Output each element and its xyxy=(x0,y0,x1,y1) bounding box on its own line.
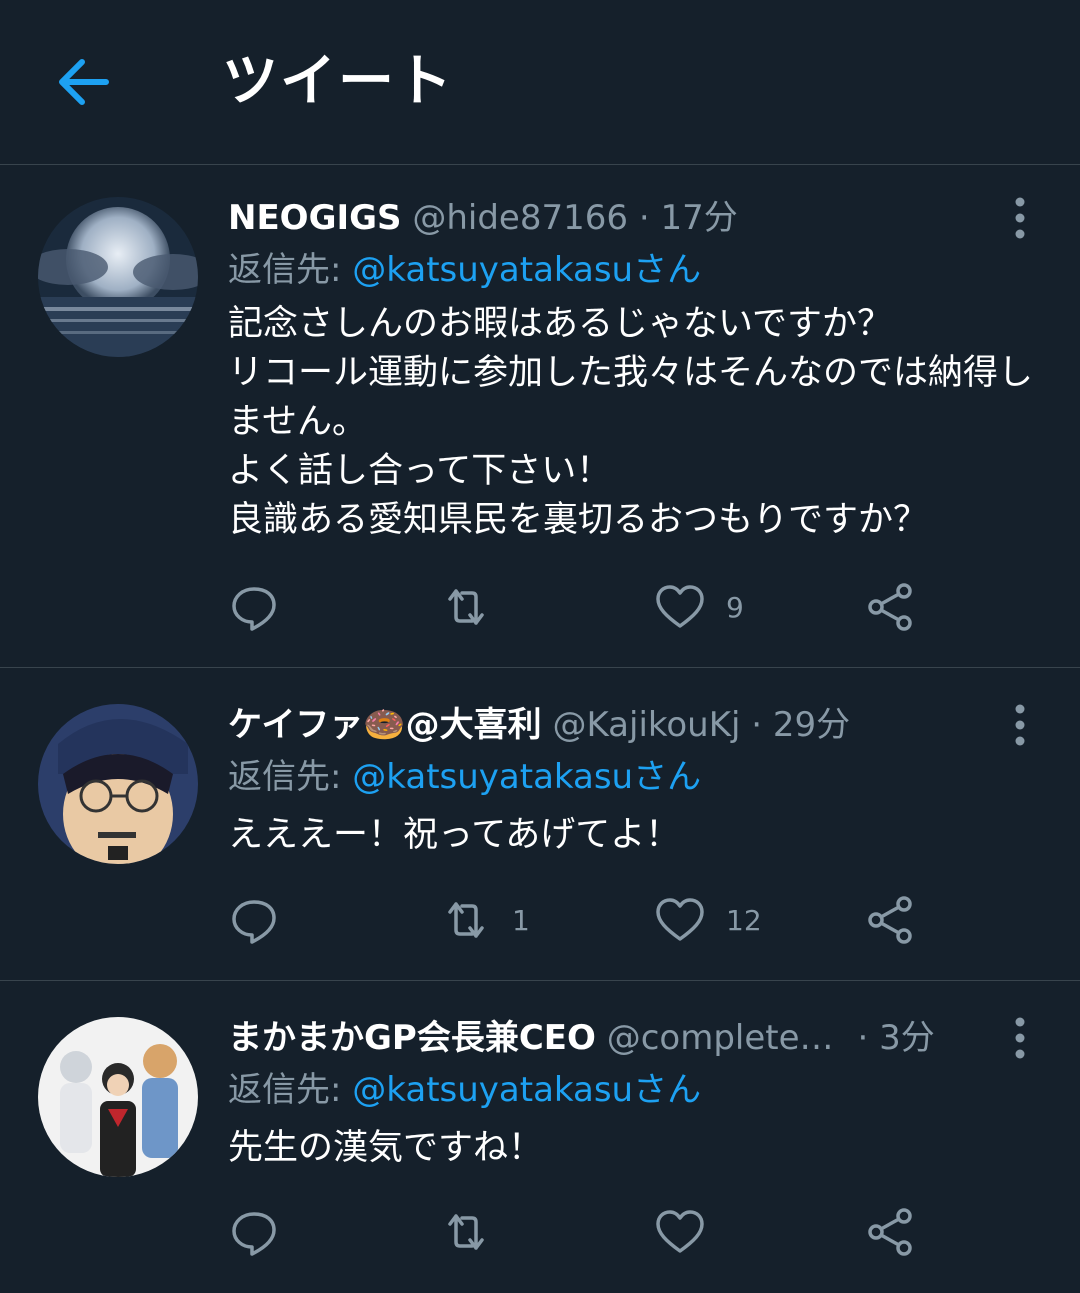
author-name[interactable]: まかまかGP会長兼CEO xyxy=(228,1018,596,1058)
like-count: 9 xyxy=(726,590,744,624)
like-button[interactable] xyxy=(654,1202,726,1262)
author-handle[interactable]: @KajikouKj xyxy=(552,705,740,745)
reply-mention-link[interactable]: @katsuyatakasuさん xyxy=(352,250,701,290)
reply-prefix: 返信先: xyxy=(228,757,353,797)
share-button[interactable] xyxy=(864,890,916,950)
tweet-author-line: まかまかGP会長兼CEO @complete7... · 3分 xyxy=(228,1013,988,1063)
retweet-button[interactable] xyxy=(440,1202,512,1262)
more-button[interactable] xyxy=(1005,700,1035,750)
page-title: ツイート xyxy=(222,49,454,114)
retweet-icon xyxy=(448,1214,484,1250)
more-vertical-icon xyxy=(1015,1017,1025,1059)
tweet-author-line: ケイファ🍩@大喜利 @KajikouKj · 29分 xyxy=(228,700,988,750)
reply-icon xyxy=(232,1212,276,1256)
avatar[interactable] xyxy=(38,1017,198,1177)
heart-icon xyxy=(656,898,704,941)
avatar[interactable] xyxy=(38,197,198,357)
author-handle[interactable]: @hide87166 xyxy=(412,198,628,238)
tweet-author-line: NEOGIGS @hide87166 · 17分 xyxy=(228,193,988,243)
arrow-left-icon xyxy=(59,59,109,105)
tweet-text: 先生の漢気ですね！ xyxy=(228,1128,544,1168)
app-header: ツイート xyxy=(0,0,1080,165)
tweet-actions: 1 12 xyxy=(228,890,988,950)
avatar[interactable] xyxy=(38,704,198,864)
reply-context: 返信先: @katsuyatakasuさん xyxy=(228,1065,701,1115)
reply-mention-link[interactable]: @katsuyatakasuさん xyxy=(352,757,701,797)
reply-context: 返信先: @katsuyatakasuさん xyxy=(228,245,701,295)
separator: · xyxy=(857,1018,869,1058)
author-handle[interactable]: @complete7... xyxy=(607,1013,847,1063)
tweet-actions: 9 xyxy=(228,577,988,637)
tweet-time[interactable]: 3分 xyxy=(879,1018,935,1058)
reply-button[interactable] xyxy=(228,1202,280,1262)
back-button[interactable] xyxy=(52,50,116,114)
like-button[interactable]: 12 xyxy=(654,890,762,950)
more-vertical-icon xyxy=(1015,197,1025,239)
heart-icon xyxy=(656,585,704,628)
reply-mention-link[interactable]: @katsuyatakasuさん xyxy=(352,1070,701,1110)
tweet-time[interactable]: 29分 xyxy=(773,705,850,745)
tweet-actions xyxy=(228,1202,988,1262)
avatar-moon-image xyxy=(38,197,198,357)
tweet[interactable]: ケイファ🍩@大喜利 @KajikouKj · 29分 返信先: @katsuya… xyxy=(0,668,1080,981)
more-vertical-icon xyxy=(1015,704,1025,746)
tweet-time[interactable]: 17分 xyxy=(660,198,737,238)
tweet[interactable]: NEOGIGS @hide87166 · 17分 返信先: @katsuyata… xyxy=(0,165,1080,668)
reply-prefix: 返信先: xyxy=(228,250,353,290)
share-icon xyxy=(868,583,912,631)
reply-prefix: 返信先: xyxy=(228,1070,353,1110)
reply-button[interactable] xyxy=(228,890,280,950)
share-icon xyxy=(868,1208,912,1256)
author-name[interactable]: NEOGIGS xyxy=(228,198,402,238)
separator: · xyxy=(638,198,650,238)
retweet-icon xyxy=(448,589,484,625)
more-button[interactable] xyxy=(1005,193,1035,243)
reply-button[interactable] xyxy=(228,577,280,637)
retweet-button[interactable]: 1 xyxy=(440,890,530,950)
separator: · xyxy=(751,705,763,745)
reply-icon xyxy=(232,587,276,631)
reply-icon xyxy=(232,900,276,944)
like-count: 12 xyxy=(726,903,762,937)
tweet-text: えええー！祝ってあげてよ！ xyxy=(228,815,681,855)
author-name[interactable]: ケイファ🍩@大喜利 xyxy=(228,705,542,745)
more-button[interactable] xyxy=(1005,1013,1035,1063)
reply-context: 返信先: @katsuyatakasuさん xyxy=(228,752,701,802)
like-button[interactable]: 9 xyxy=(654,577,744,637)
avatar-cartoon-image xyxy=(38,704,198,864)
heart-icon xyxy=(656,1210,704,1253)
share-button[interactable] xyxy=(864,1202,916,1262)
retweet-button[interactable] xyxy=(440,577,512,637)
tweet[interactable]: まかまかGP会長兼CEO @complete7... · 3分 返信先: @ka… xyxy=(0,981,1080,1293)
tweet-text: 記念さしんのお暇はあるじゃないですか？ リコール運動に参加した我々はそんなのでは… xyxy=(228,304,1034,540)
avatar-group-photo-image xyxy=(38,1017,198,1177)
retweet-icon xyxy=(448,902,484,938)
retweet-count: 1 xyxy=(512,903,530,937)
share-button[interactable] xyxy=(864,577,916,637)
share-icon xyxy=(868,896,912,944)
